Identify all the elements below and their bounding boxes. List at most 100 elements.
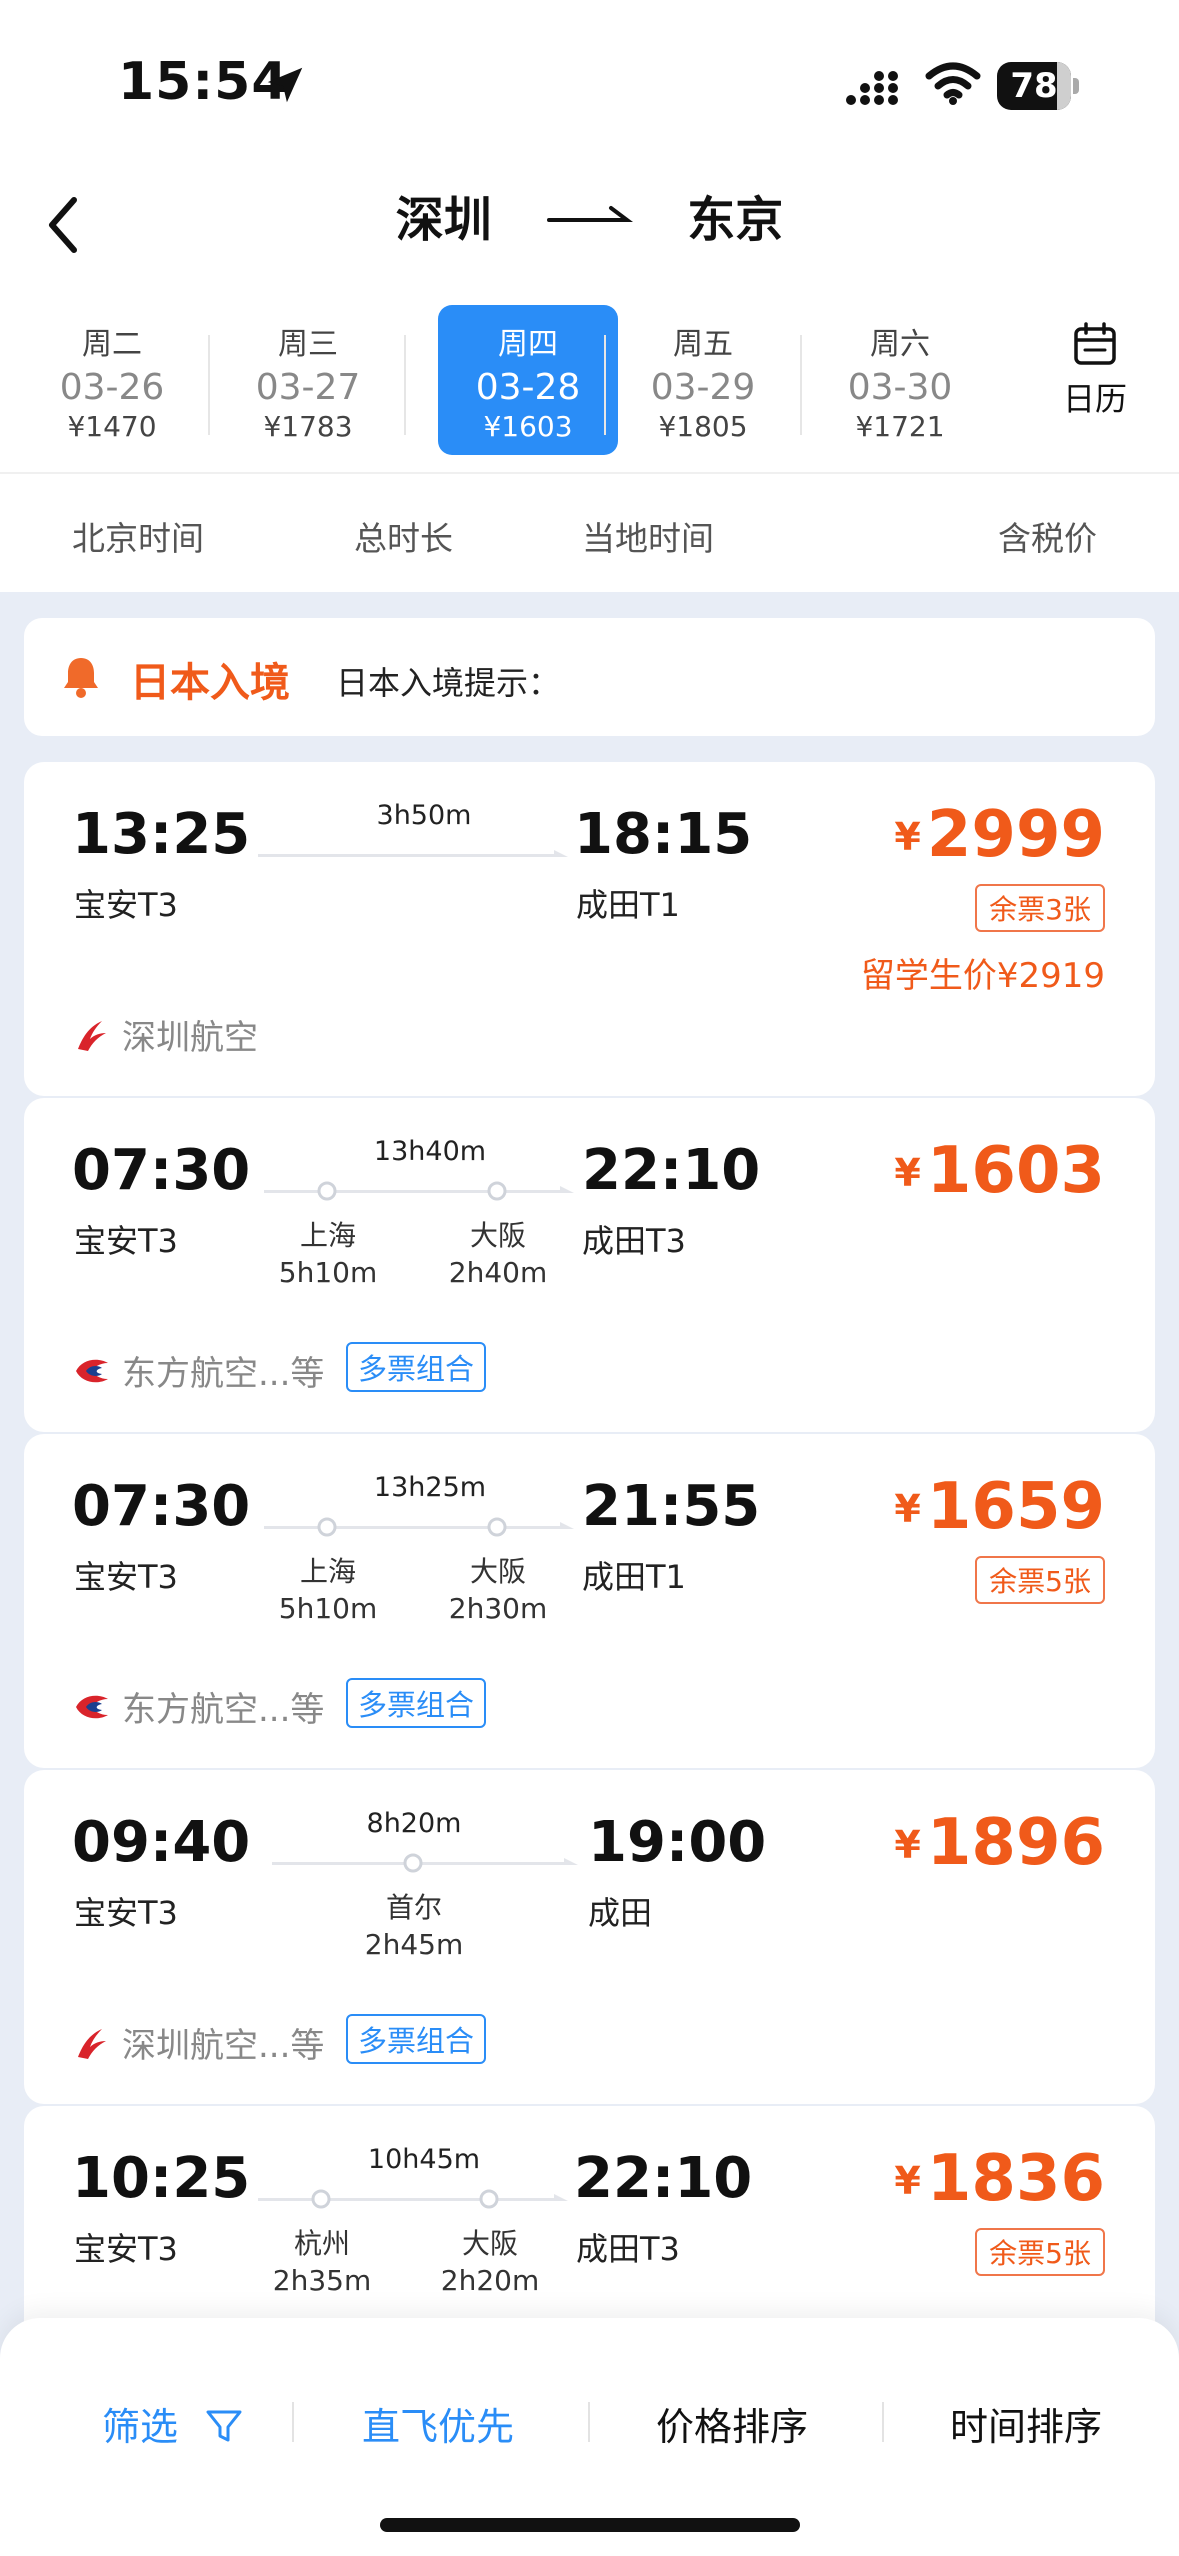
price-sort-button[interactable]: 价格排序: [656, 2396, 808, 2451]
departure-airport: 宝安T3: [74, 1222, 178, 1260]
notice-title: 日本入境: [130, 660, 290, 706]
divider: [882, 2402, 884, 2442]
date-weekday: 周四: [498, 327, 558, 362]
currency-symbol: ¥: [894, 2159, 921, 2203]
date-weekday: 周三: [278, 327, 338, 362]
departure-time: 09:40: [72, 1810, 251, 1875]
date-weekday: 周六: [870, 327, 930, 362]
airline: 东方航空...等: [72, 1682, 324, 1731]
arrival-airport: 成田T3: [582, 1222, 686, 1260]
flight-price: ¥2999: [894, 798, 1105, 872]
price-value: 1659: [926, 1470, 1105, 1544]
departure-time: 07:30: [72, 1474, 251, 1539]
airline-name: 东方航空...等: [122, 1690, 325, 1730]
divider: [292, 2402, 294, 2442]
home-indicator[interactable]: [380, 2518, 800, 2532]
flight-card[interactable]: 13:25 宝安T3 3h50m 18:15 成田T1 ¥2999 余票3张 留…: [24, 762, 1155, 1096]
flight-card[interactable]: 07:30 宝安T3 13h40m 上海 5h10m 大阪 2h40m 22:1…: [24, 1098, 1155, 1432]
arrival-time: 21:55: [582, 1474, 761, 1539]
student-price[interactable]: 留学生价¥2919: [861, 948, 1105, 997]
china-eastern-logo-icon: [76, 1695, 108, 1719]
date-value: 03-30: [847, 367, 953, 408]
route-line: [264, 1522, 574, 1529]
date-item[interactable]: 周六 03-30 ¥1721: [810, 305, 990, 455]
destination-city: 东京: [687, 192, 784, 248]
divider: [604, 335, 606, 435]
date-item[interactable]: 周五 03-29 ¥1805: [613, 305, 793, 455]
flight-duration: 8h20m: [366, 1808, 462, 1839]
stop-dot-icon: [317, 1517, 337, 1537]
route-line: [272, 1858, 578, 1865]
price-value: 1836: [926, 2142, 1105, 2216]
flight-duration: 13h40m: [373, 1136, 487, 1167]
stop-dot-icon: [403, 1853, 423, 1873]
calendar-icon: [1074, 322, 1116, 365]
battery-level: 78: [1010, 66, 1058, 106]
filter-label: 筛选: [102, 2405, 179, 2449]
calendar-label: 日历: [1062, 380, 1127, 418]
flight-card[interactable]: 09:40 宝安T3 8h20m 首尔 2h45m 19:00 成田 ¥1896…: [24, 1770, 1155, 2104]
stop-duration: 2h35m: [272, 2264, 372, 2297]
cellular-signal-icon: [846, 71, 898, 105]
departure-airport: 宝安T3: [74, 1894, 178, 1932]
time-sort-button[interactable]: 时间排序: [950, 2396, 1102, 2451]
airline-name: 深圳航空...等: [122, 2026, 325, 2066]
date-price: ¥1805: [658, 410, 748, 443]
entry-notice-banner[interactable]: 日本入境 日本入境提示：: [24, 618, 1155, 736]
currency-symbol: ¥: [894, 1151, 921, 1195]
seats-left-badge: 余票5张: [975, 1556, 1105, 1604]
status-bar: 15:54 78: [0, 0, 1179, 150]
stop-city: 大阪: [469, 1555, 526, 1588]
calendar-button[interactable]: 日历: [1020, 305, 1170, 455]
stop-duration: 2h20m: [440, 2264, 540, 2297]
date-price: ¥1721: [855, 410, 945, 443]
date-price: ¥1470: [67, 410, 157, 443]
price-value: 1896: [926, 1806, 1105, 1880]
total-duration-sort[interactable]: 总时长: [354, 512, 453, 560]
currency-symbol: ¥: [894, 1487, 921, 1531]
stop-city: 上海: [299, 1219, 356, 1252]
filter-button[interactable]: 筛选: [102, 2396, 244, 2451]
beijing-time-toggle[interactable]: 北京时间: [72, 512, 204, 560]
currency-symbol: ¥: [894, 815, 921, 859]
wifi-icon: [925, 62, 981, 105]
multi-ticket-badge: 多票组合: [346, 1342, 487, 1392]
date-item[interactable]: 周三 03-27 ¥1783: [218, 305, 398, 455]
date-price: ¥1783: [263, 410, 353, 443]
divider: [588, 2402, 590, 2442]
airline-name: 深圳航空: [122, 1018, 258, 1058]
route-arrow-icon: [546, 206, 633, 222]
date-value: 03-28: [475, 367, 581, 408]
divider: [800, 335, 802, 435]
stop-dot-icon: [317, 1181, 337, 1201]
arrival-time: 19:00: [588, 1810, 767, 1875]
date-item[interactable]: 周二 03-26 ¥1470: [22, 305, 202, 455]
arrival-time: 18:15: [574, 802, 753, 867]
divider: [208, 335, 210, 435]
arrival-airport: 成田T1: [576, 886, 680, 924]
arrival-airport: 成田: [588, 1894, 653, 1932]
flight-duration: 13h25m: [373, 1472, 487, 1503]
flight-card[interactable]: 07:30 宝安T3 13h25m 上海 5h10m 大阪 2h30m 21:5…: [24, 1434, 1155, 1768]
direct-first-button[interactable]: 直飞优先: [362, 2396, 514, 2451]
date-item-selected[interactable]: 周四 03-28 ¥1603: [438, 305, 618, 455]
arrival-time: 22:10: [582, 1138, 761, 1203]
flight-price: ¥1836: [894, 2142, 1105, 2216]
stop-duration: 2h40m: [448, 1256, 548, 1289]
shenzhen-airlines-logo-icon: [78, 2029, 106, 2059]
stop-dot-icon: [479, 2189, 499, 2209]
stop-duration: 5h10m: [278, 1256, 378, 1289]
stop-duration: 2h45m: [364, 1928, 464, 1961]
stop-city: 上海: [299, 1555, 356, 1588]
date-weekday: 周二: [82, 327, 142, 362]
date-price: ¥1603: [483, 410, 573, 443]
route-line: [258, 2194, 568, 2201]
departure-airport: 宝安T3: [74, 1558, 178, 1596]
flight-price: ¥1896: [894, 1806, 1105, 1880]
tax-included-toggle[interactable]: 含税价: [998, 512, 1097, 560]
departure-time: 13:25: [72, 802, 251, 867]
battery-icon: 78: [997, 62, 1079, 110]
currency-symbol: ¥: [894, 1823, 921, 1867]
local-time-toggle[interactable]: 当地时间: [582, 512, 714, 560]
date-weekday: 周五: [673, 327, 733, 362]
